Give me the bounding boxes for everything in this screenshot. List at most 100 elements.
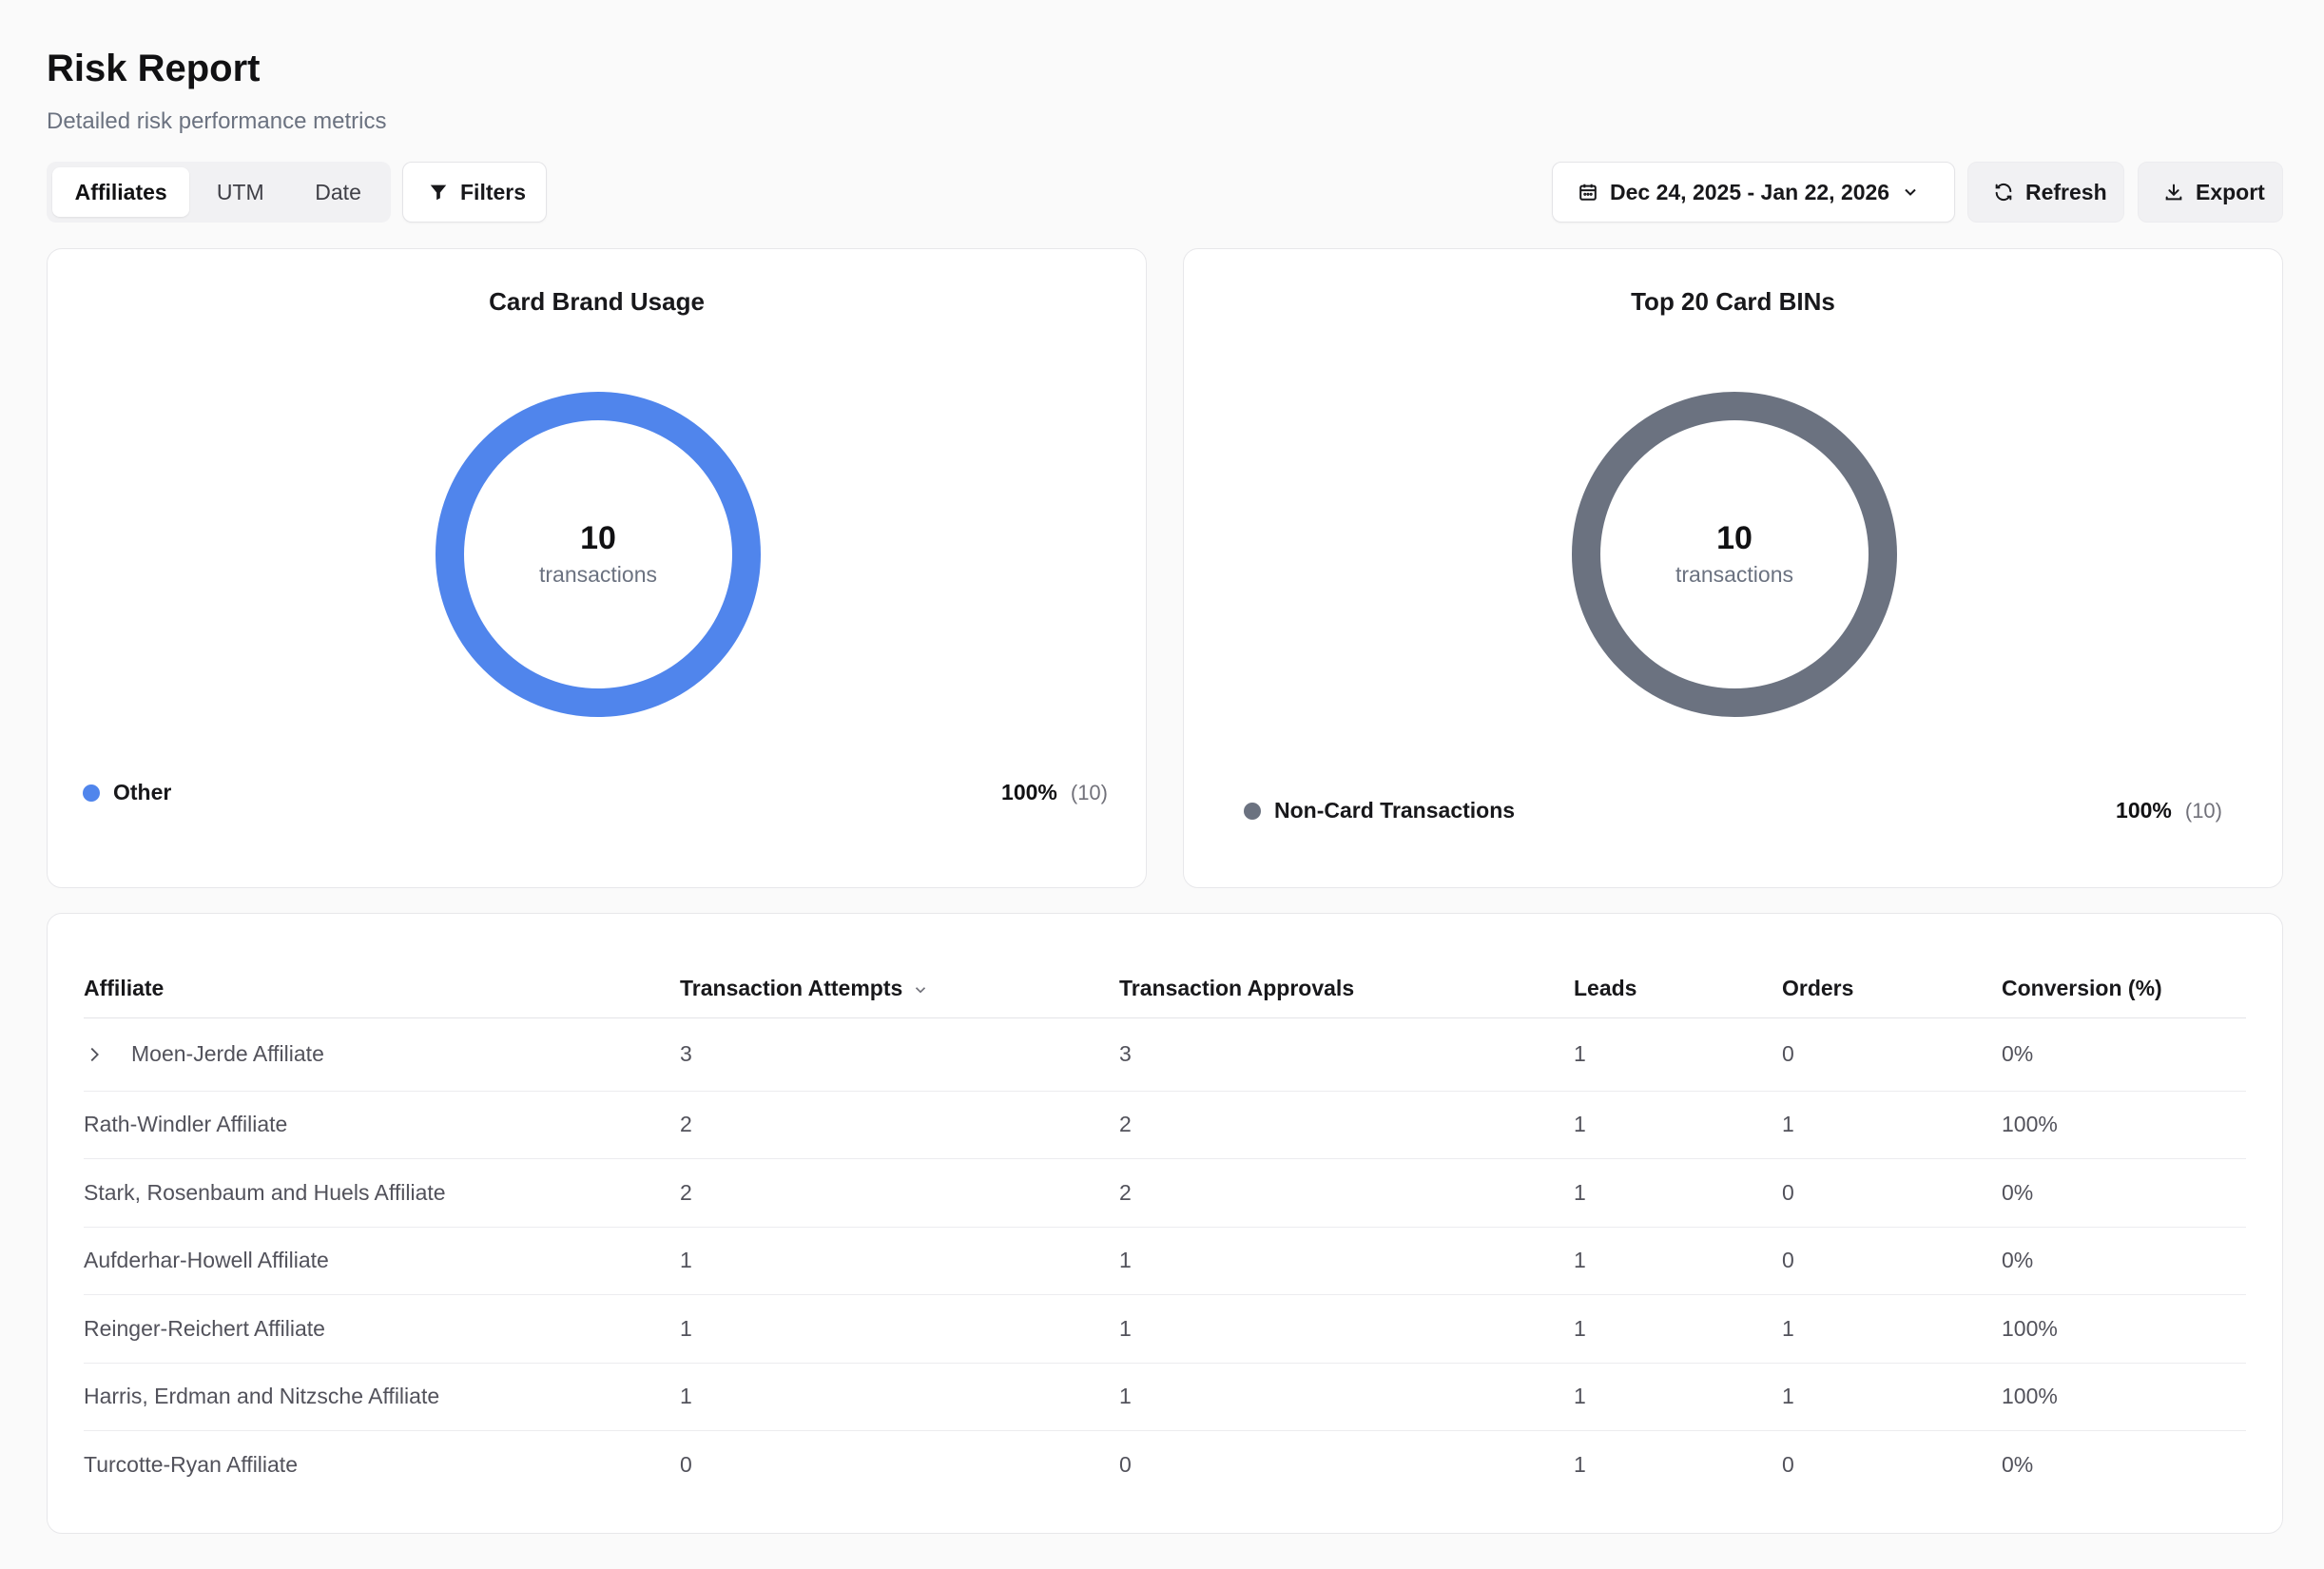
- sort-descending-icon: [912, 981, 929, 998]
- orders-cell: 0: [1782, 1452, 1794, 1477]
- conversion-cell: 0%: [2002, 1017, 2246, 1092]
- leads-cell: 1: [1574, 1091, 1782, 1159]
- risk-report-page: Risk Report Detailed risk performance me…: [47, 0, 2283, 1569]
- approvals-cell: 0: [1119, 1452, 1132, 1477]
- donut-center: 10 transactions: [1571, 391, 1898, 718]
- filters-label: Filters: [460, 179, 527, 204]
- conversion-cell: 100%: [2002, 1294, 2246, 1364]
- tab-date[interactable]: Date: [291, 167, 385, 217]
- donut-total: 10: [580, 519, 616, 556]
- legend-dot: [1244, 802, 1261, 820]
- attempts-cell: 1: [680, 1363, 1119, 1431]
- legend-value: 100% (10): [1001, 780, 1108, 805]
- orders-cell: 1: [1782, 1294, 2002, 1364]
- filter-icon: [428, 182, 449, 203]
- export-button[interactable]: Export: [2138, 162, 2283, 223]
- attempts-cell: 0: [680, 1452, 692, 1477]
- filters-button[interactable]: Filters: [402, 162, 547, 223]
- column-header-affiliate[interactable]: Affiliate: [84, 933, 680, 1018]
- column-header-transaction-attempts[interactable]: Transaction Attempts: [680, 933, 1119, 1018]
- leads-cell: 1: [1574, 1227, 1782, 1295]
- page-title: Risk Report: [47, 48, 261, 89]
- card-brand-usage-card: Card Brand Usage 10 transactions Other 1…: [47, 248, 1147, 888]
- orders-cell: 1: [1782, 1091, 2002, 1159]
- affiliate-name: Harris, Erdman and Nitzsche Affiliate: [84, 1363, 680, 1431]
- affiliate-cell: Moen-Jerde Affiliate: [84, 1041, 680, 1067]
- legend-value: 100% (10): [2116, 798, 2222, 823]
- conversion-cell: 0%: [2002, 1158, 2246, 1228]
- column-header-orders[interactable]: Orders: [1782, 933, 2002, 1018]
- legend-count: (10): [1070, 781, 1108, 804]
- donut-center: 10 transactions: [435, 391, 762, 718]
- table-row[interactable]: Harris, Erdman and Nitzsche Affiliate 1 …: [84, 1363, 2246, 1431]
- tab-affiliates[interactable]: Affiliates: [52, 167, 190, 217]
- affiliate-name: Reinger-Reichert Affiliate: [84, 1294, 680, 1364]
- approvals-cell: 2: [1119, 1158, 1574, 1228]
- conversion-cell: 100%: [2002, 1363, 2246, 1431]
- leads-cell: 1: [1574, 1017, 1782, 1092]
- table-row[interactable]: Moen-Jerde Affiliate 3 3 1 0 0%: [84, 1017, 2246, 1092]
- conversion-cell: 100%: [2002, 1091, 2246, 1159]
- affiliates-table: Affiliate Transaction Attempts Transacti…: [84, 933, 2246, 1499]
- chevron-right-icon[interactable]: [84, 1044, 131, 1065]
- top-card-bins-title: Top 20 Card BINs: [1631, 287, 1835, 316]
- orders-cell: 1: [1782, 1363, 2002, 1431]
- approvals-cell: 1: [1119, 1227, 1574, 1295]
- table-row[interactable]: Stark, Rosenbaum and Huels Affiliate 2 2…: [84, 1158, 2246, 1228]
- affiliate-name: Rath-Windler Affiliate: [84, 1091, 680, 1159]
- top-card-bins-card: Top 20 Card BINs 10 transactions Non-Car…: [1183, 248, 2283, 888]
- approvals-cell: 2: [1119, 1091, 1574, 1159]
- affiliate-name: Stark, Rosenbaum and Huels Affiliate: [84, 1158, 680, 1228]
- orders-cell: 0: [1782, 1158, 2002, 1228]
- attempts-cell: 1: [680, 1294, 1119, 1364]
- leads-cell: 1: [1574, 1363, 1782, 1431]
- leads-cell: 1: [1574, 1158, 1782, 1228]
- attempts-cell: 1: [680, 1227, 1119, 1295]
- affiliates-table-card: Affiliate Transaction Attempts Transacti…: [47, 913, 2283, 1534]
- column-header-leads[interactable]: Leads: [1574, 933, 1782, 1018]
- column-header-conversion[interactable]: Conversion (%): [2002, 933, 2246, 1018]
- attempts-cell: 2: [680, 1158, 1119, 1228]
- refresh-label: Refresh: [2025, 179, 2107, 204]
- affiliate-name: Turcotte-Ryan Affiliate: [84, 1452, 298, 1477]
- refresh-button[interactable]: Refresh: [1967, 162, 2124, 223]
- chevron-down-icon: [1901, 183, 1920, 202]
- conversion-cell: 0%: [2002, 1227, 2246, 1295]
- attempts-cell: 3: [680, 1017, 1119, 1092]
- date-range-label: Dec 24, 2025 - Jan 22, 2026: [1610, 179, 1890, 204]
- orders-cell: 0: [1782, 1017, 2002, 1092]
- donut-total: 10: [1716, 519, 1753, 556]
- download-icon: [2163, 182, 2184, 203]
- table-row[interactable]: Aufderhar-Howell Affiliate 1 1 1 0 0%: [84, 1227, 2246, 1295]
- legend-name: Non-Card Transactions: [1274, 798, 1516, 823]
- legend-count: (10): [2184, 799, 2222, 823]
- conversion-cell: 0%: [2002, 1452, 2034, 1477]
- donut-total-label: transactions: [1675, 562, 1793, 588]
- table-row[interactable]: Reinger-Reichert Affiliate 1 1 1 1 100%: [84, 1294, 2246, 1364]
- affiliate-name: Moen-Jerde Affiliate: [131, 1041, 324, 1066]
- tab-utm[interactable]: UTM: [193, 167, 287, 217]
- approvals-cell: 1: [1119, 1294, 1574, 1364]
- legend-dot: [83, 784, 100, 802]
- approvals-cell: 1: [1119, 1363, 1574, 1431]
- donut-total-label: transactions: [538, 562, 657, 588]
- page-subtitle: Detailed risk performance metrics: [47, 108, 387, 134]
- attempts-cell: 2: [680, 1091, 1119, 1159]
- calendar-icon: [1578, 182, 1598, 203]
- leads-cell: 1: [1574, 1294, 1782, 1364]
- legend-name: Other: [113, 780, 172, 804]
- export-label: Export: [2196, 179, 2265, 204]
- refresh-icon: [1993, 182, 2014, 203]
- view-tabs: Affiliates UTM Date: [47, 162, 391, 223]
- affiliate-name: Aufderhar-Howell Affiliate: [84, 1227, 680, 1295]
- orders-cell: 0: [1782, 1227, 2002, 1295]
- table-row[interactable]: Rath-Windler Affiliate 2 2 1 1 100%: [84, 1091, 2246, 1159]
- column-header-label: Transaction Attempts: [680, 975, 903, 1000]
- column-header-transaction-approvals[interactable]: Transaction Approvals: [1119, 933, 1574, 1018]
- date-range-picker[interactable]: Dec 24, 2025 - Jan 22, 2026: [1552, 162, 1955, 223]
- table-header-row: Affiliate Transaction Attempts Transacti…: [84, 933, 2246, 1018]
- legend-percent: 100%: [2116, 798, 2172, 823]
- approvals-cell: 3: [1119, 1017, 1574, 1092]
- table-row[interactable]: Turcotte-Ryan Affiliate 0 0 1 0 0%: [84, 1431, 2246, 1500]
- leads-cell: 1: [1574, 1452, 1586, 1477]
